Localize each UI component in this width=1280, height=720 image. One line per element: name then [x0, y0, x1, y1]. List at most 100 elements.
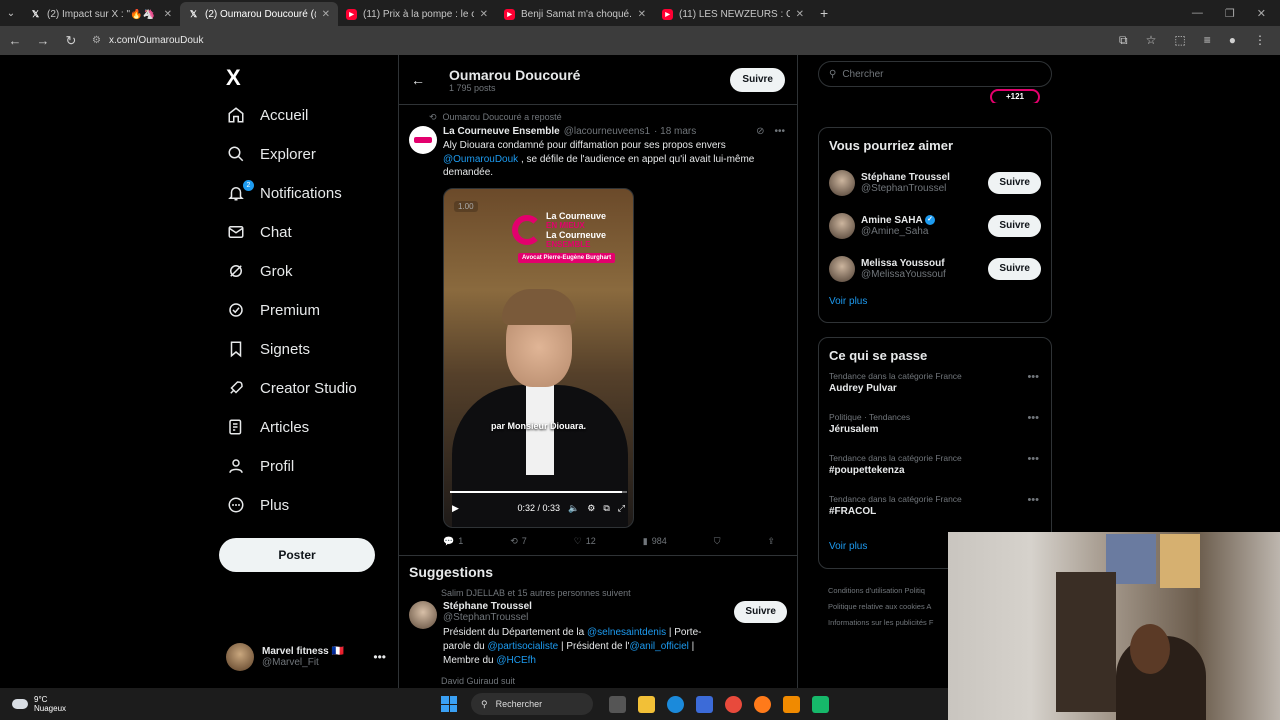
- nav-item-notifications[interactable]: 2 Notifications: [226, 178, 342, 208]
- weather-widget[interactable]: 9°C Nuageux: [0, 695, 420, 713]
- firefox-icon[interactable]: [754, 695, 771, 713]
- avatar[interactable]: [829, 255, 855, 282]
- nav-item-creator-studio[interactable]: Creator Studio: [226, 373, 357, 403]
- close-icon[interactable]: ✕: [164, 9, 172, 20]
- back-arrow-icon[interactable]: ←: [8, 33, 22, 48]
- share-button[interactable]: ⇪: [767, 536, 775, 547]
- avatar[interactable]: [409, 600, 437, 629]
- suggestion-name[interactable]: Stéphane Troussel: [443, 601, 728, 612]
- app-icon[interactable]: [812, 695, 829, 713]
- more-dots-icon[interactable]: •••: [1027, 371, 1039, 383]
- close-window-icon[interactable]: ✕: [1257, 7, 1266, 20]
- follow-suggestion[interactable]: Amine SAHA ✓ @Amine_Saha Suivre: [829, 204, 1041, 247]
- fullscreen-icon[interactable]: ⤢: [618, 503, 625, 514]
- show-more-link[interactable]: Voir plus: [829, 296, 1041, 307]
- footer-link[interactable]: Conditions d'utilisation Politiq: [828, 583, 933, 599]
- nav-item-grok[interactable]: Grok: [226, 256, 293, 286]
- install-app-icon[interactable]: ⧉: [1119, 33, 1128, 48]
- mention-link[interactable]: @anil_officiel: [629, 641, 688, 652]
- close-icon[interactable]: ✕: [638, 9, 646, 20]
- nav-item-signets[interactable]: Signets: [226, 334, 310, 364]
- follow-suggestion[interactable]: Melissa Youssouf @MelissaYoussouf Suivre: [829, 247, 1041, 290]
- person-name[interactable]: Melissa Youssouf: [861, 258, 982, 269]
- nav-item-profil[interactable]: Profil: [226, 451, 294, 481]
- views-button[interactable]: ▮ 984: [643, 536, 667, 547]
- tweet-author[interactable]: La Courneuve Ensemble: [443, 126, 560, 137]
- mention-link[interactable]: @HCEfh: [496, 655, 536, 666]
- tweet-date[interactable]: · 18 mars: [654, 126, 696, 137]
- more-dots-icon[interactable]: •••: [1027, 453, 1039, 465]
- follow-suggestion[interactable]: Stéphane Troussel @StephanTroussel Suivr…: [829, 161, 1041, 204]
- mention-link[interactable]: @selnesaintdenis: [587, 627, 666, 638]
- mention-link[interactable]: @partisocialiste: [487, 641, 558, 652]
- edge-icon[interactable]: [667, 695, 684, 713]
- new-tab-button[interactable]: +: [812, 5, 836, 21]
- browser-tab-3[interactable]: ▶ (11) Prix à la pompe : le carbura ✕: [338, 2, 496, 26]
- site-info-icon[interactable]: ⚙: [92, 35, 101, 46]
- tab-search-chevron-icon[interactable]: ⌄: [0, 8, 22, 19]
- avatar[interactable]: [829, 169, 855, 196]
- footer-link[interactable]: Politique relative aux cookies A: [828, 599, 933, 615]
- settings-icon[interactable]: ⚙: [587, 503, 595, 514]
- nav-item-explorer[interactable]: Explorer: [226, 139, 316, 169]
- star-icon[interactable]: ☆: [1146, 33, 1157, 48]
- more-dots-icon[interactable]: •••: [1027, 412, 1039, 424]
- x-logo-icon[interactable]: X: [226, 65, 241, 91]
- taskbar-search[interactable]: ⚲ Rechercher: [471, 693, 593, 715]
- tweet-handle[interactable]: @lacourneuveens1: [564, 126, 650, 137]
- browser-tab-2[interactable]: 𝕏 (2) Oumarou Doucouré (@Oum ✕: [180, 2, 338, 26]
- trend-item[interactable]: Tendance dans la catégorie France Audrey…: [829, 371, 1041, 412]
- trend-item[interactable]: Tendance dans la catégorie France #poupe…: [829, 453, 1041, 494]
- store-icon[interactable]: [696, 695, 713, 713]
- forward-arrow-icon[interactable]: →: [36, 33, 50, 48]
- maximize-icon[interactable]: ❐: [1225, 7, 1235, 20]
- chrome-icon[interactable]: [725, 695, 742, 713]
- bookmark-button[interactable]: ⛉: [714, 536, 721, 547]
- tweet-video[interactable]: 1.00 La Courneuve EN MIEUX La Courneuve …: [443, 187, 634, 528]
- follow-button[interactable]: Suivre: [730, 67, 785, 92]
- suggestion-item[interactable]: Stéphane Troussel @StephanTroussel Prési…: [409, 600, 787, 668]
- task-view-icon[interactable]: [609, 695, 626, 713]
- nav-item-chat[interactable]: Chat: [226, 217, 292, 247]
- footer-link[interactable]: Informations sur les publicités F: [828, 615, 933, 631]
- follow-button[interactable]: Suivre: [988, 257, 1041, 280]
- person-name[interactable]: Amine SAHA: [861, 215, 922, 226]
- vlc-icon[interactable]: [783, 695, 800, 713]
- more-dots-icon[interactable]: •••: [774, 126, 785, 137]
- back-arrow-icon[interactable]: ←: [411, 72, 425, 88]
- post-button[interactable]: Poster: [219, 538, 375, 572]
- volume-icon[interactable]: 🔈: [568, 503, 579, 514]
- follow-button[interactable]: Suivre: [734, 600, 787, 623]
- browser-tab-4[interactable]: ▶ Benji Samat m'a choqué... il est ✕: [496, 2, 654, 26]
- url-field[interactable]: ⚙ x.com/OumarouDouk: [92, 30, 1105, 52]
- file-explorer-icon[interactable]: [638, 695, 655, 713]
- tweet[interactable]: ⟲ Oumarou Doucouré a reposté La Courneuv…: [399, 105, 797, 547]
- more-dots-icon[interactable]: •••: [373, 650, 386, 664]
- browser-tab-1[interactable]: 𝕏 (2) Impact sur X : "🔥🦄 FLA ✕: [22, 2, 180, 26]
- reload-icon[interactable]: ↻: [64, 33, 78, 49]
- search-input[interactable]: ⚲ Chercher: [818, 61, 1052, 87]
- follow-button[interactable]: Suivre: [988, 171, 1041, 194]
- video-progress-bar[interactable]: [450, 490, 627, 493]
- mention-link[interactable]: @OumarouDouk: [443, 154, 518, 165]
- close-icon[interactable]: ✕: [796, 9, 804, 20]
- close-icon[interactable]: ✕: [480, 9, 488, 20]
- nav-item-plus[interactable]: Plus: [226, 490, 289, 520]
- nav-item-articles[interactable]: Articles: [226, 412, 309, 442]
- reply-button[interactable]: 💬 1: [443, 536, 463, 547]
- follow-button[interactable]: Suivre: [988, 214, 1041, 237]
- extensions-icon[interactable]: ⬚: [1174, 33, 1185, 48]
- avatar[interactable]: [409, 126, 437, 154]
- pip-icon[interactable]: ⧉: [603, 503, 609, 514]
- play-icon[interactable]: ▶: [452, 503, 459, 514]
- nav-item-premium[interactable]: Premium: [226, 295, 320, 325]
- menu-icon[interactable]: ⋮: [1254, 33, 1266, 48]
- live-badge[interactable]: +121: [990, 89, 1040, 103]
- account-switcher[interactable]: Marvel fitness 🇫🇷 @Marvel_Fit •••: [226, 643, 386, 671]
- nav-item-accueil[interactable]: Accueil: [226, 100, 308, 130]
- minimize-icon[interactable]: —: [1192, 7, 1203, 20]
- close-icon[interactable]: ✕: [322, 9, 330, 20]
- like-button[interactable]: ♡ 12: [574, 536, 596, 547]
- windows-start-icon[interactable]: [441, 696, 457, 712]
- more-dots-icon[interactable]: •••: [1027, 494, 1039, 506]
